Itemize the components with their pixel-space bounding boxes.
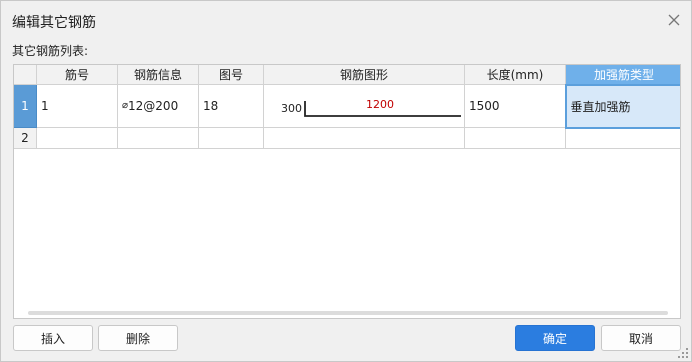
insert-button[interactable]: 插入 [13, 325, 93, 351]
ok-button[interactable]: 确定 [515, 325, 595, 351]
cancel-button[interactable]: 取消 [601, 325, 681, 351]
table-row: 2 [14, 127, 680, 149]
cell-bar-info-text: 12@200 [128, 99, 179, 113]
close-icon [668, 14, 680, 26]
cell-bar-no[interactable]: 1 [36, 84, 118, 128]
rebar-list-label: 其它钢筋列表: [12, 44, 89, 58]
cell-reinforcement-type[interactable]: 垂直加强筋 [564, 83, 680, 129]
cell-bar-shape[interactable] [263, 127, 465, 149]
header-reinforcement-type[interactable]: 加强筋类型 [565, 65, 680, 85]
cell-bar-info[interactable] [117, 127, 199, 149]
edit-other-rebar-dialog: 编辑其它钢筋 其它钢筋列表: 筋号 钢筋信息 图号 钢筋图形 长度(mm) 加强… [0, 0, 692, 362]
cell-length[interactable]: 1500 [464, 84, 566, 128]
cell-bar-no[interactable] [36, 127, 118, 149]
header-bar-shape[interactable]: 钢筋图形 [263, 65, 465, 85]
header-length[interactable]: 长度(mm) [464, 65, 566, 85]
cell-bar-info[interactable]: ⌀12@200 [117, 84, 199, 128]
cell-figure-no[interactable]: 18 [198, 84, 264, 128]
horizontal-scrollbar[interactable] [28, 311, 668, 315]
delete-button[interactable]: 删除 [98, 325, 178, 351]
cell-figure-no[interactable] [198, 127, 264, 149]
resize-grip-icon[interactable] [677, 347, 689, 359]
table-row: 1 1 ⌀12@200 18 300 1200 1500 垂直加强筋 [14, 83, 680, 129]
close-button[interactable] [665, 11, 683, 29]
row-number[interactable]: 1 [14, 84, 37, 128]
cell-length[interactable] [464, 127, 566, 149]
shape-main-length: 1200 [366, 98, 394, 111]
rebar-shape-drawing: 300 1200 [281, 98, 461, 117]
header-figure-no[interactable]: 图号 [198, 65, 264, 85]
header-bar-info[interactable]: 钢筋信息 [117, 65, 199, 85]
cell-reinforcement-type[interactable] [565, 127, 680, 149]
header-bar-no[interactable]: 筋号 [36, 65, 118, 85]
header-corner[interactable] [14, 65, 37, 85]
grid-header-row: 筋号 钢筋信息 图号 钢筋图形 长度(mm) 加强筋类型 [14, 65, 680, 85]
row-number[interactable]: 2 [14, 127, 37, 149]
shape-hook-length: 300 [281, 102, 302, 115]
rebar-grid: 筋号 钢筋信息 图号 钢筋图形 长度(mm) 加强筋类型 1 1 ⌀12@200… [13, 64, 681, 319]
cell-bar-shape[interactable]: 300 1200 [263, 84, 465, 128]
dialog-title: 编辑其它钢筋 [12, 15, 96, 31]
